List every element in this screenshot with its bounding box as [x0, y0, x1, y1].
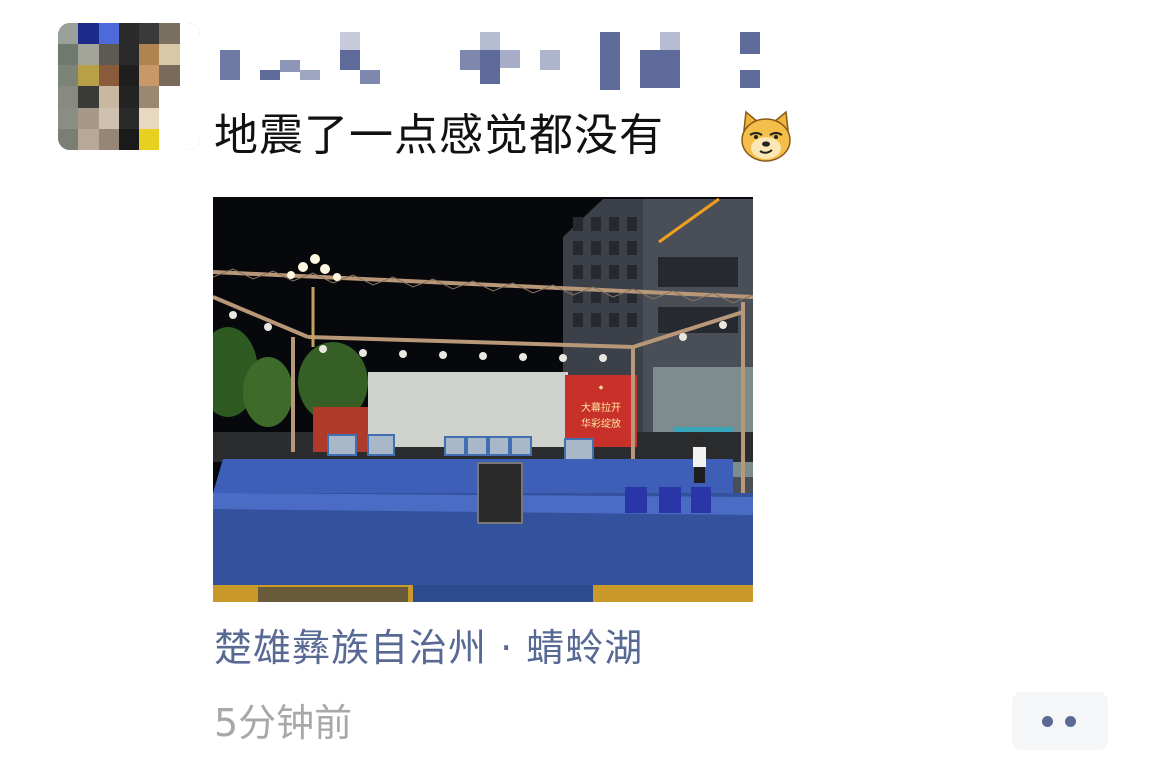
location-link[interactable]: 楚雄彝族自治州 · 蜻蛉湖 — [214, 620, 643, 676]
svg-text:◆: ◆ — [599, 384, 604, 391]
more-dots-button[interactable] — [1012, 692, 1108, 750]
floor-rug — [258, 587, 408, 602]
avatar[interactable] — [58, 23, 200, 150]
timestamp: 5分钟前 — [214, 701, 353, 745]
more-dots-icon-dot — [1065, 716, 1076, 727]
red-banner: ◆ 大幕拉开 华彩绽放 — [565, 375, 637, 447]
post-text: 地震了一点感觉都没有 — [214, 110, 664, 161]
doge-emoji-icon — [741, 110, 791, 162]
nickname-blurred[interactable] — [218, 30, 763, 90]
led-screen — [368, 372, 568, 447]
blue-chairs — [625, 487, 711, 513]
stage-edge — [413, 585, 593, 602]
banner-line-2: 华彩绽放 — [581, 417, 621, 430]
more-dots-icon — [1042, 716, 1053, 727]
banner-line-1: 大幕拉开 — [581, 401, 621, 414]
post-photo[interactable]: ◆ 大幕拉开 华彩绽放 — [213, 197, 753, 602]
flight-case — [477, 462, 523, 524]
